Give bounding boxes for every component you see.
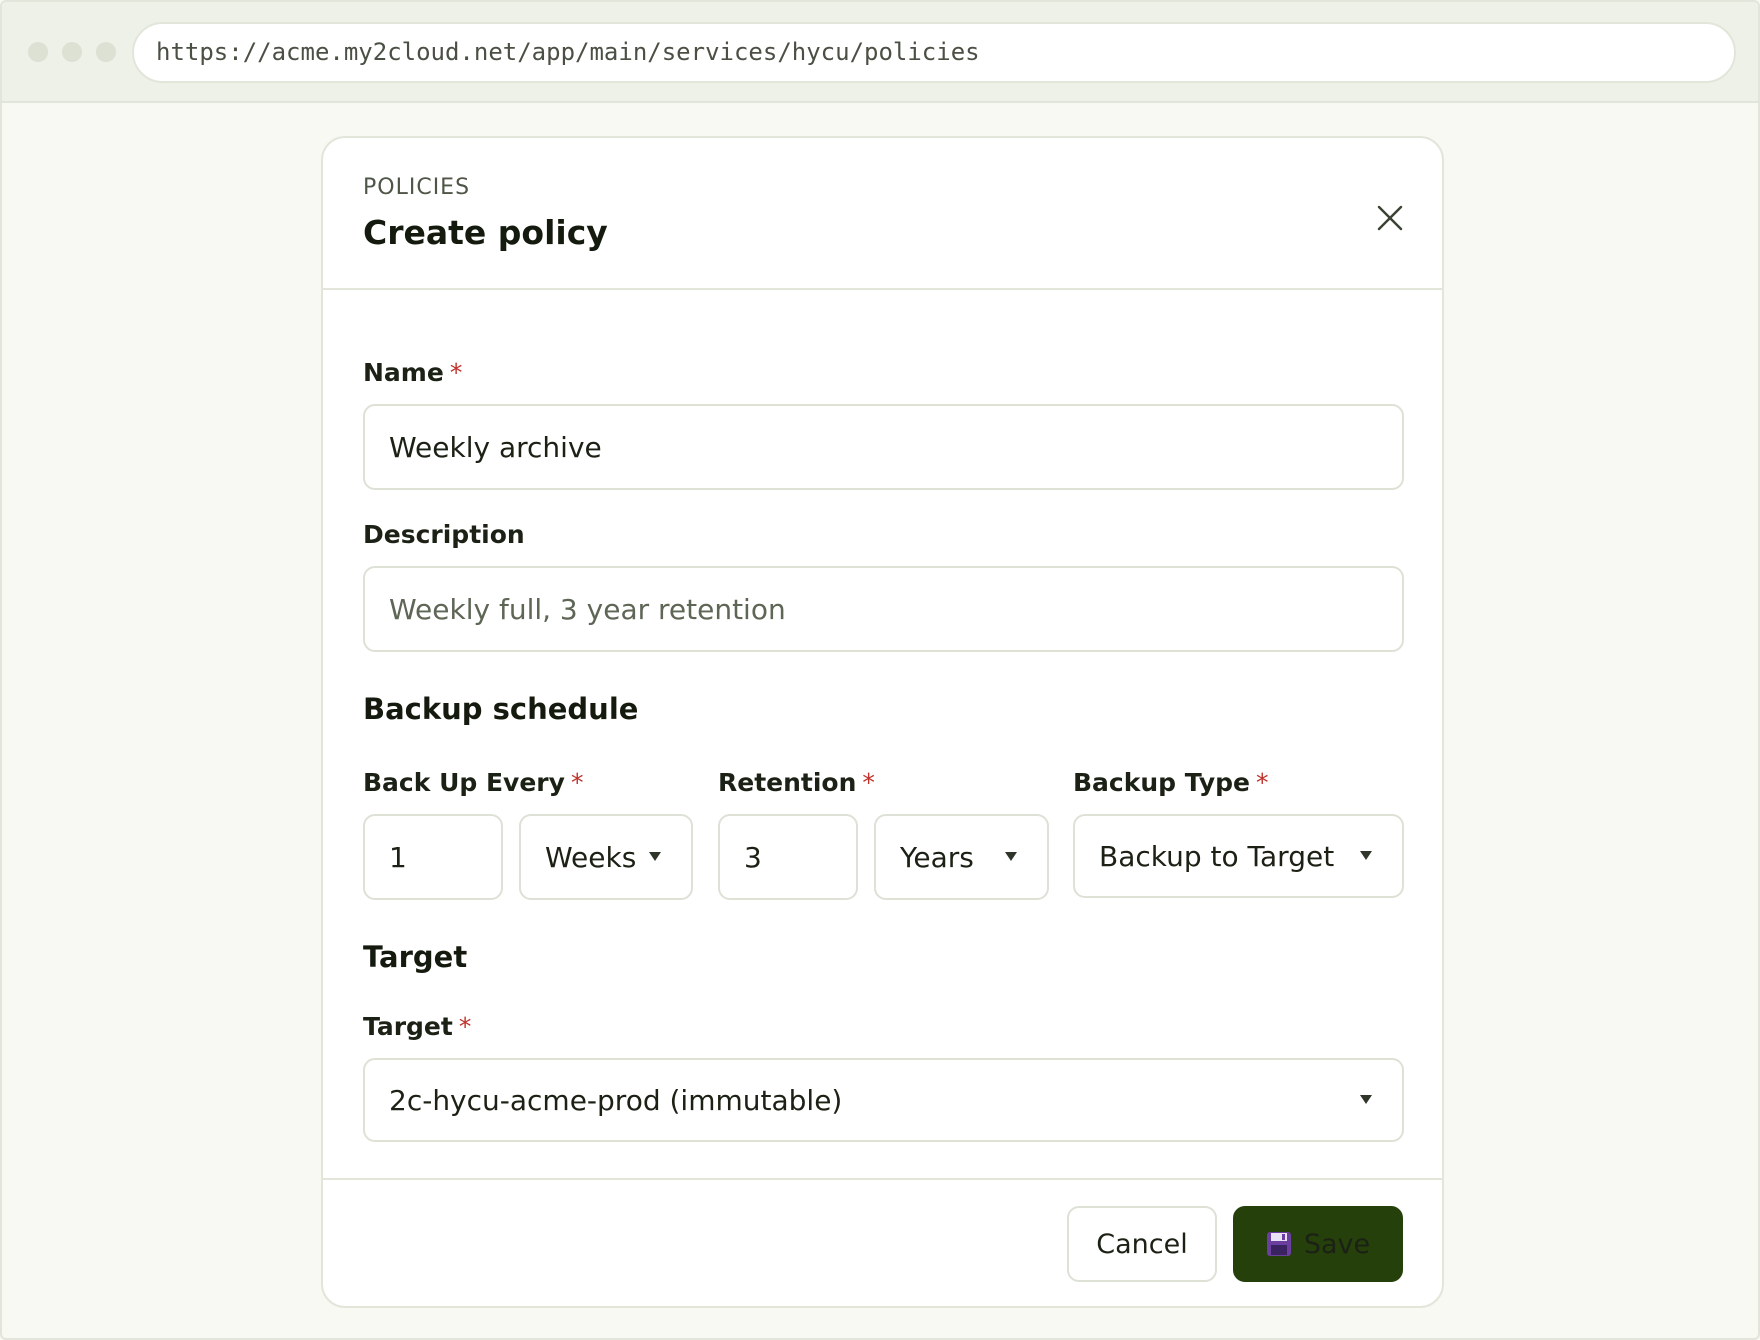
required-mark: * (570, 768, 584, 797)
window-close-dot[interactable] (28, 42, 48, 62)
close-icon (1376, 204, 1404, 236)
dialog-header: POLICIES Create policy (323, 138, 1442, 290)
dialog-title: Create policy (363, 213, 608, 252)
chevron-down-icon (1360, 1095, 1372, 1104)
back-up-every-label: Back Up Every * (363, 768, 584, 797)
chevron-down-icon (1360, 851, 1372, 860)
address-bar[interactable]: https://acme.my2cloud.net/app/main/servi… (132, 22, 1736, 83)
close-button[interactable] (1368, 198, 1412, 242)
dialog-eyebrow: POLICIES (363, 175, 471, 200)
save-button-label: Save (1303, 1228, 1371, 1260)
target-label: Target * (363, 1012, 472, 1041)
required-mark: * (458, 1012, 472, 1041)
name-input[interactable]: Weekly archive (363, 404, 1404, 490)
retention-unit-select[interactable]: Years (874, 814, 1049, 900)
back-up-every-unit-value: Weeks (545, 840, 637, 874)
backup-type-label: Backup Type * (1073, 768, 1269, 797)
window-minimize-dot[interactable] (62, 42, 82, 62)
target-value: 2c-hycu-acme-prod (immutable) (389, 1083, 843, 1117)
required-mark: * (862, 768, 875, 797)
retention-input[interactable]: 3 (718, 814, 858, 900)
retention-label: Retention * (718, 768, 875, 797)
name-label: Name * (363, 358, 463, 387)
backup-type-select[interactable]: Backup to Target (1073, 814, 1404, 898)
description-label: Description (363, 520, 525, 549)
retention-unit-value: Years (900, 840, 974, 874)
browser-toolbar: https://acme.my2cloud.net/app/main/servi… (2, 2, 1758, 103)
description-input[interactable]: Weekly full, 3 year retention (363, 566, 1404, 652)
back-up-every-unit-select[interactable]: Weeks (519, 814, 693, 900)
backup-type-value: Backup to Target (1099, 839, 1335, 873)
backup-schedule-heading: Backup schedule (363, 692, 639, 726)
chevron-down-icon (1005, 852, 1017, 861)
required-mark: * (449, 358, 463, 387)
window-maximize-dot[interactable] (96, 42, 116, 62)
target-select[interactable]: 2c-hycu-acme-prod (immutable) (363, 1058, 1404, 1142)
back-up-every-input[interactable]: 1 (363, 814, 503, 900)
dialog-footer: Cancel Save (323, 1178, 1442, 1306)
cancel-button[interactable]: Cancel (1067, 1206, 1217, 1282)
browser-window: https://acme.my2cloud.net/app/main/servi… (0, 0, 1760, 1340)
floppy-disk-icon (1266, 1231, 1292, 1257)
save-button[interactable]: Save (1233, 1206, 1403, 1282)
chevron-down-icon (649, 852, 661, 861)
create-policy-dialog: POLICIES Create policy Name * Weekly arch… (321, 136, 1444, 1308)
target-heading: Target (363, 940, 468, 974)
required-mark: * (1256, 768, 1269, 797)
